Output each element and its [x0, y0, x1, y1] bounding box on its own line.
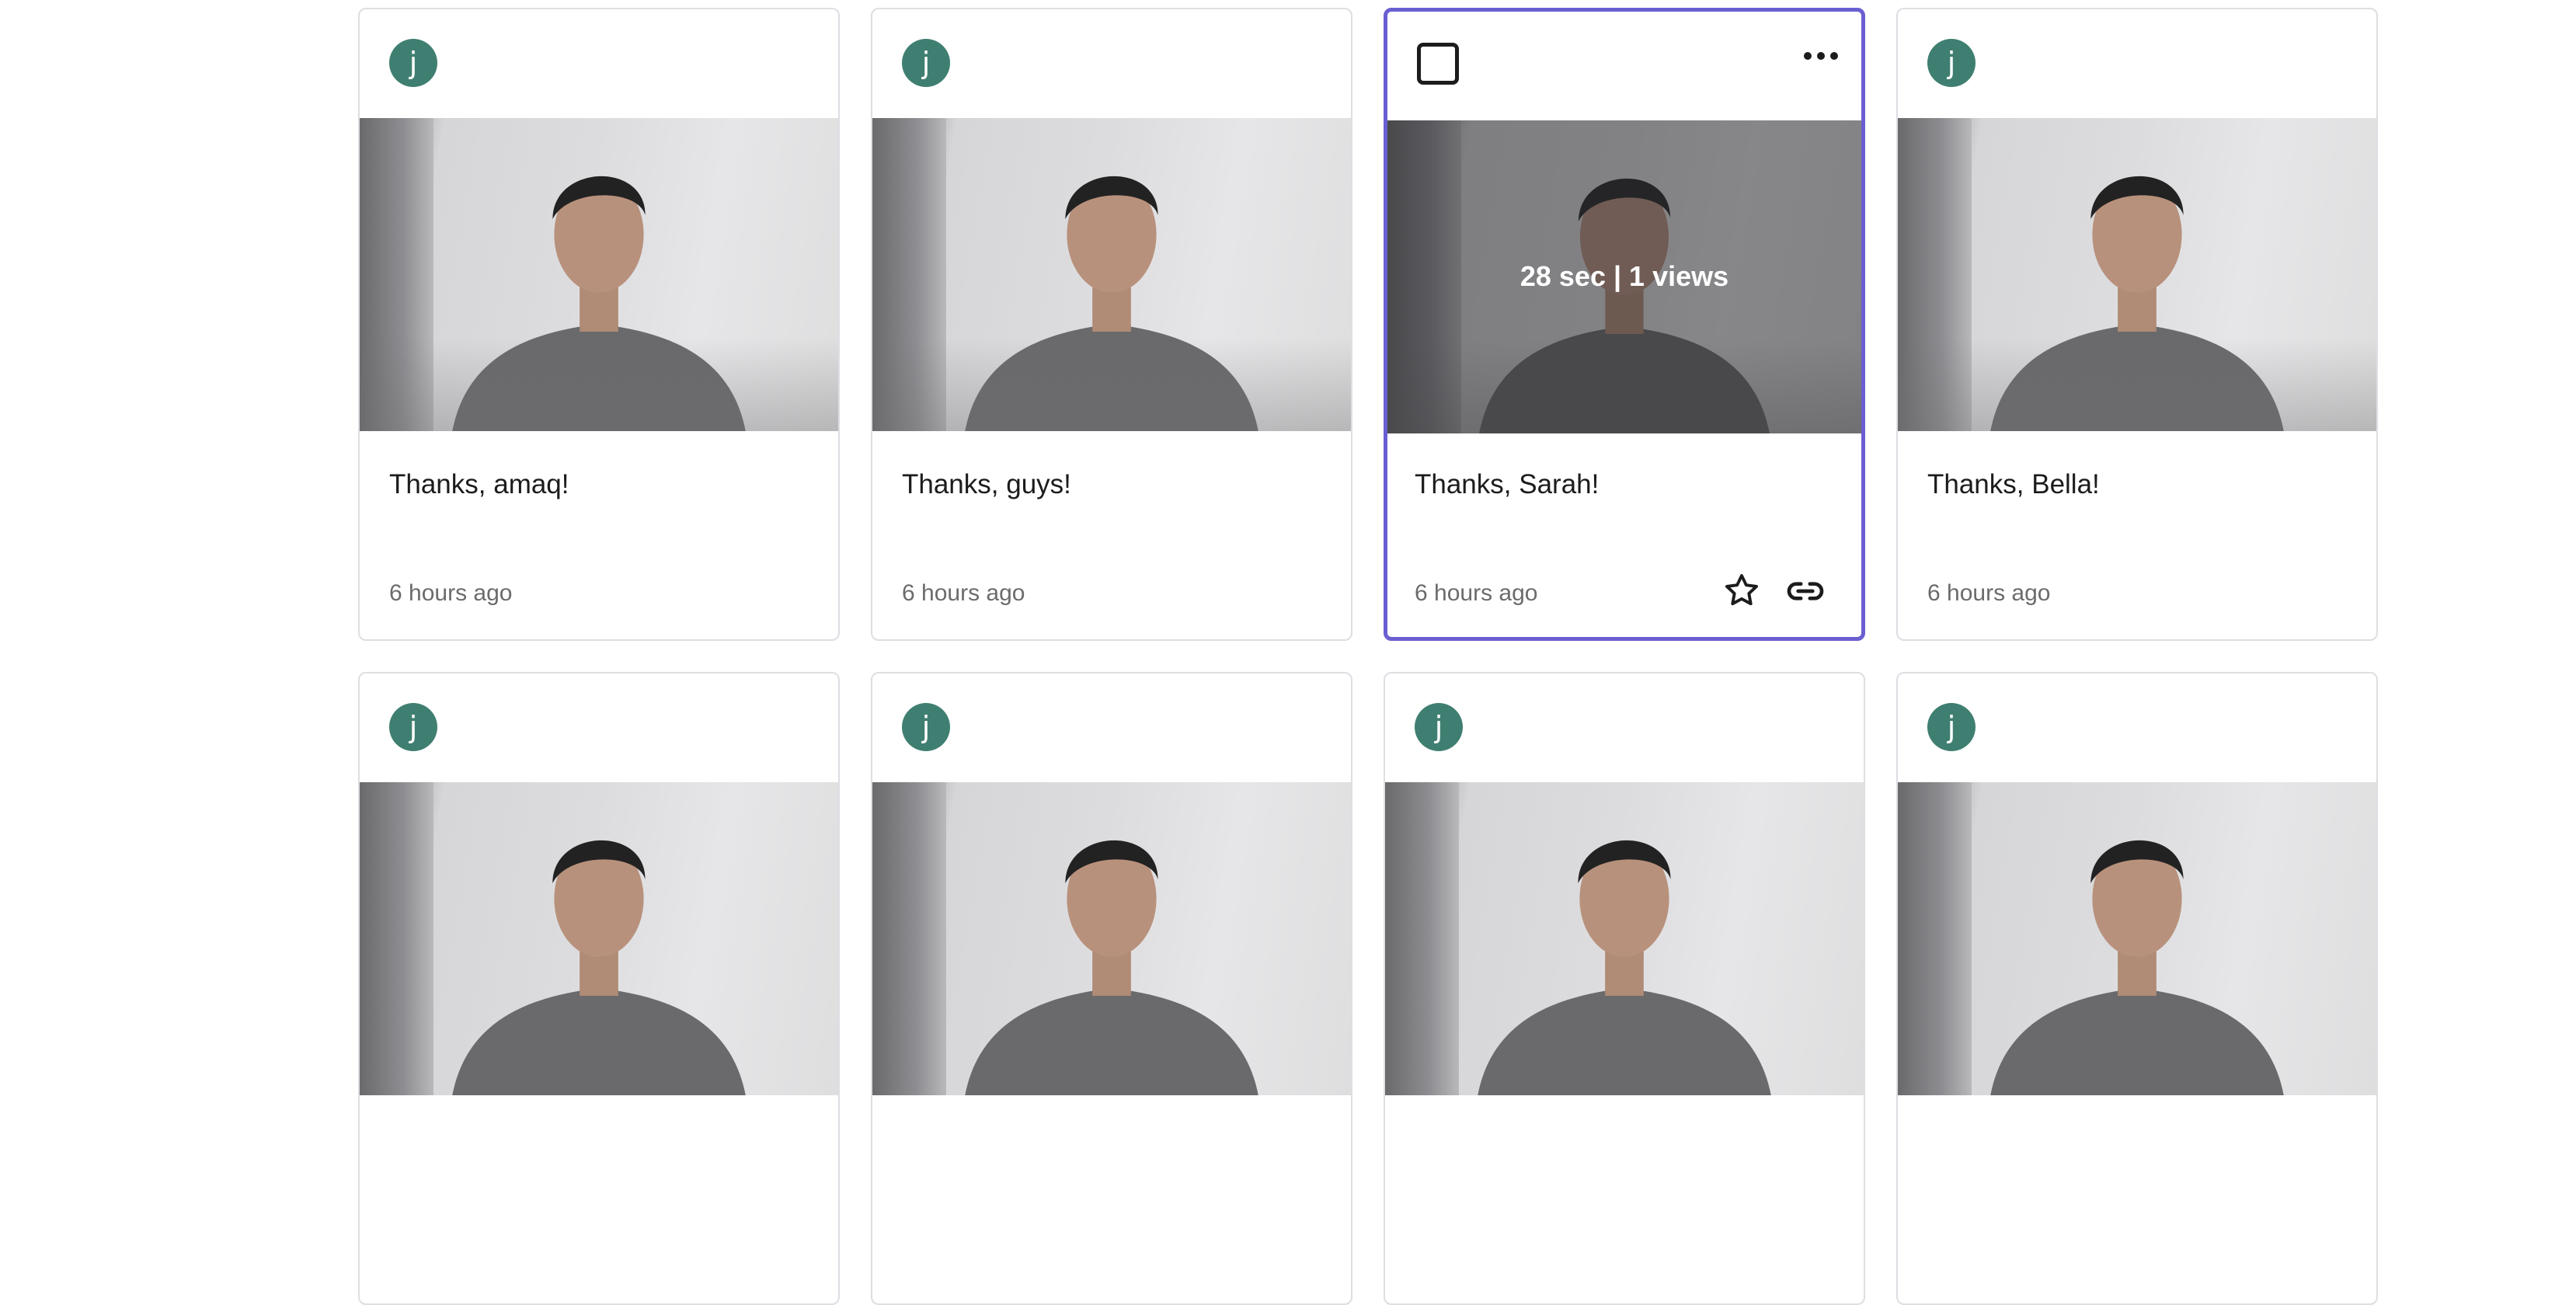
video-timestamp: 6 hours ago [1927, 580, 2051, 606]
avatar[interactable]: j [1415, 703, 1463, 751]
video-card[interactable]: j [1896, 672, 2378, 1305]
card-header: j [360, 9, 838, 118]
video-card[interactable]: j [1384, 672, 1865, 1305]
video-thumbnail[interactable] [1898, 782, 2376, 1095]
video-card[interactable]: j Thanks, amaq! 6 hours ago [358, 8, 840, 641]
avatar[interactable]: j [389, 703, 437, 751]
video-thumbnail[interactable] [872, 782, 1351, 1095]
select-checkbox[interactable] [1417, 43, 1459, 85]
person-image [1990, 840, 2284, 1095]
star-icon[interactable] [1721, 571, 1762, 611]
video-thumbnail[interactable] [872, 118, 1351, 431]
video-thumbnail[interactable] [360, 782, 838, 1095]
video-thumbnail[interactable] [1898, 118, 2376, 431]
video-grid: j Thanks, amaq! 6 hours ago j Thanks, gu… [358, 8, 2378, 1305]
video-card[interactable]: j [871, 672, 1352, 1305]
video-card[interactable]: j Thanks, guys! 6 hours ago [871, 8, 1352, 641]
video-card[interactable]: j [358, 672, 840, 1305]
card-header: j [360, 673, 838, 782]
video-card[interactable]: j Thanks, Bella! 6 hours ago [1896, 8, 2378, 641]
card-header: j [1898, 673, 2376, 782]
avatar[interactable]: j [389, 39, 437, 87]
card-header: j [1385, 673, 1864, 782]
video-thumbnail[interactable] [360, 118, 838, 431]
avatar[interactable]: j [1927, 39, 1976, 87]
card-header [1387, 12, 1861, 120]
more-options-icon[interactable] [1804, 52, 1838, 60]
video-title[interactable]: Thanks, Bella! [1927, 469, 2100, 500]
video-title[interactable]: Thanks, guys! [902, 469, 1071, 500]
card-actions [1721, 569, 1827, 613]
card-header: j [1898, 9, 2376, 118]
avatar[interactable]: j [1927, 703, 1976, 751]
video-timestamp: 6 hours ago [902, 580, 1025, 606]
person-image [965, 840, 1258, 1095]
video-thumbnail[interactable] [1385, 782, 1864, 1095]
avatar[interactable]: j [902, 703, 950, 751]
card-header: j [872, 9, 1351, 118]
link-icon[interactable] [1784, 569, 1827, 613]
video-stats: 28 sec | 1 views [1519, 260, 1729, 292]
video-title[interactable]: Thanks, amaq! [389, 469, 569, 500]
video-title[interactable]: Thanks, Sarah! [1415, 469, 1599, 500]
person-image [452, 840, 746, 1095]
video-timestamp: 6 hours ago [389, 580, 513, 606]
card-header: j [872, 673, 1351, 782]
video-thumbnail[interactable]: 28 sec | 1 views [1387, 120, 1861, 433]
avatar[interactable]: j [902, 39, 950, 87]
person-image [1478, 840, 1771, 1095]
video-card-selected[interactable]: 28 sec | 1 views Thanks, Sarah! 6 hours … [1384, 8, 1865, 641]
video-timestamp: 6 hours ago [1415, 580, 1538, 606]
